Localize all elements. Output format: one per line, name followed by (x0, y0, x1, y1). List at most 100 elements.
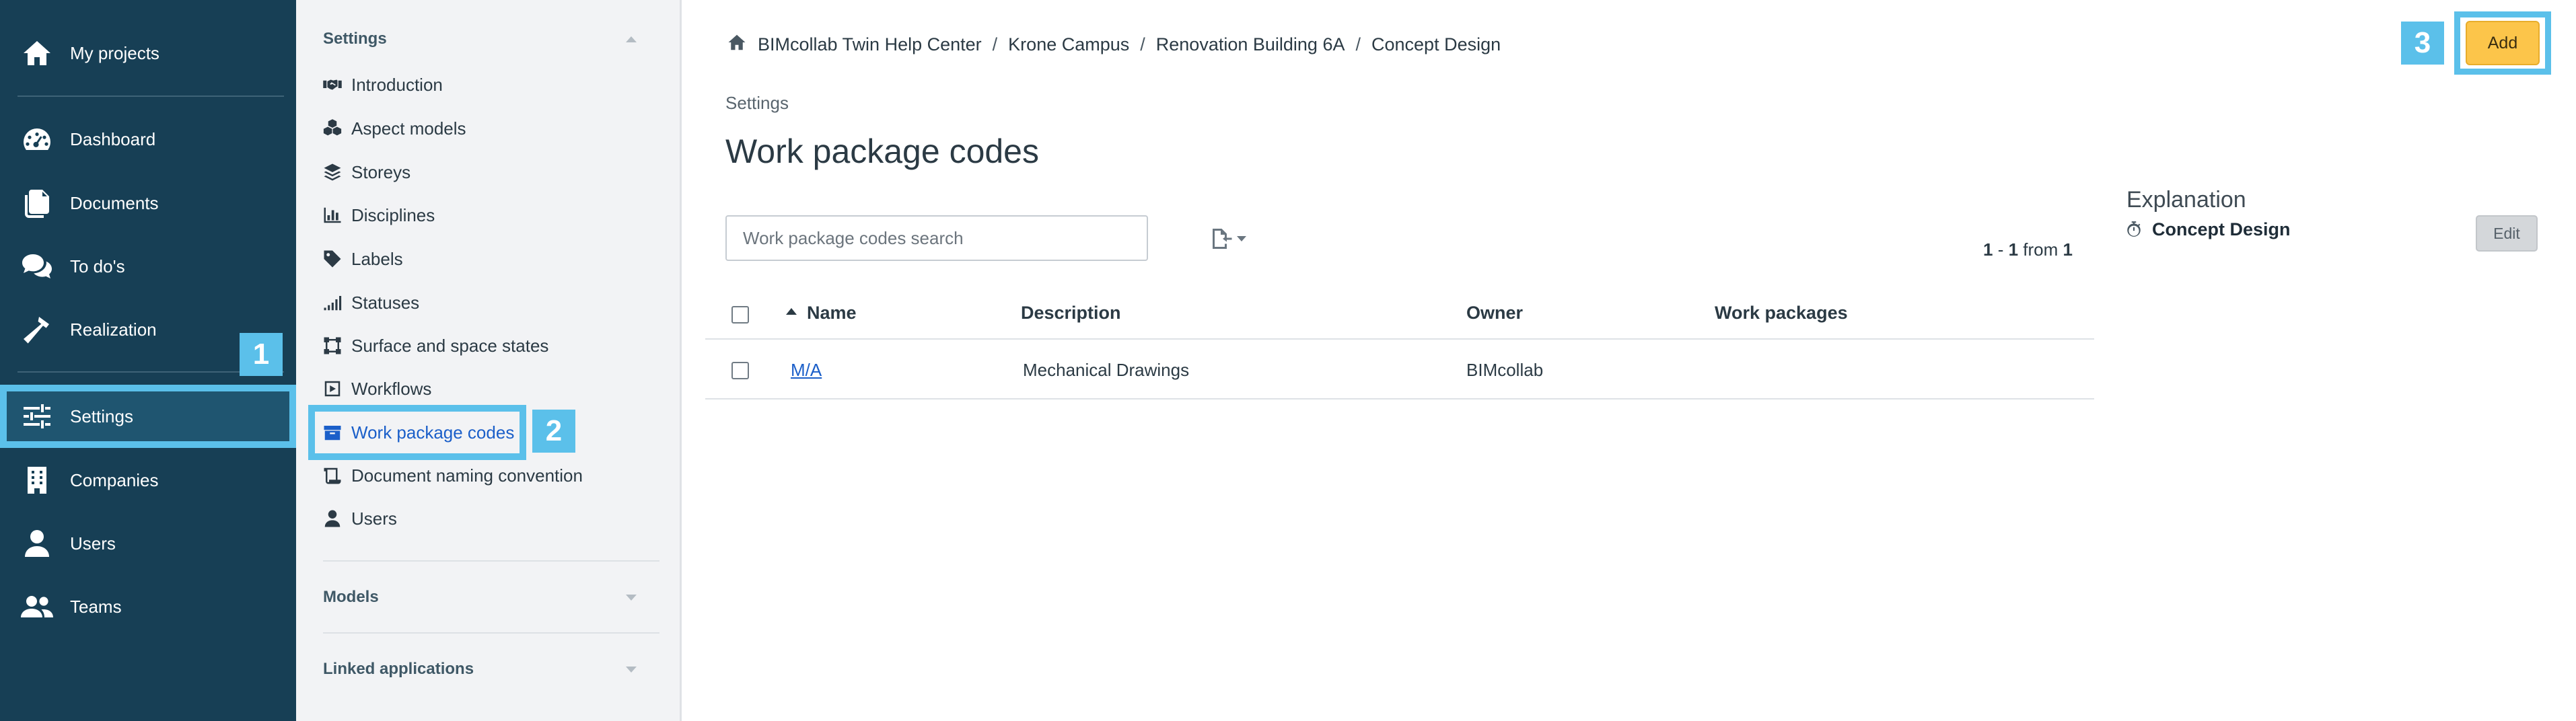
select-all-checkbox[interactable] (731, 306, 749, 324)
subnav-item-disciplines[interactable]: Disciplines (320, 196, 435, 234)
breadcrumb-separator: / (1140, 34, 1145, 54)
subnav-item-labels[interactable]: Labels (320, 240, 403, 278)
total-count: 1 (2063, 239, 2073, 260)
range-end: 1 (2008, 239, 2019, 260)
nav-item-documents[interactable]: Documents (0, 172, 296, 235)
nav-label: Documents (70, 192, 159, 213)
caret-down-icon (1237, 236, 1246, 241)
nav-label: Companies (70, 469, 159, 490)
breadcrumb-item[interactable]: Concept Design (1371, 34, 1501, 55)
callout-badge-3: 3 (2401, 22, 2444, 65)
breadcrumb-item[interactable]: BIMcollab Twin Help Center (758, 34, 982, 55)
from-word: from (2018, 239, 2063, 260)
box-icon (320, 420, 345, 445)
subnav-label: Work package codes (351, 422, 515, 443)
search-input[interactable] (725, 215, 1148, 261)
callout-badge-2: 2 (532, 410, 575, 453)
page-section-label: Settings (725, 93, 789, 113)
range-start: 1 (1983, 239, 1993, 260)
breadcrumb-separator: / (1355, 34, 1361, 54)
subnav-label: Aspect models (351, 118, 466, 139)
row-name-link[interactable]: M/A (791, 360, 822, 381)
subnav-label: Surface and space states (351, 335, 549, 356)
layers-icon (320, 160, 345, 184)
nav-item-my-projects[interactable]: My projects (0, 22, 296, 85)
home-icon[interactable] (727, 32, 758, 57)
sort-ascending-icon[interactable] (786, 308, 797, 315)
subnav-item-users[interactable]: Users (320, 500, 397, 537)
settings-subnavigation: Settings Introduction Aspect models Stor… (296, 0, 682, 721)
subnav-item-storeys[interactable]: Storeys (320, 153, 410, 191)
row-owner: BIMcollab (1466, 360, 1544, 380)
page-title: Work package codes (725, 132, 1039, 170)
breadcrumb-item[interactable]: Renovation Building 6A (1156, 34, 1345, 55)
subnav-label: Disciplines (351, 204, 435, 225)
nav-label: Teams (70, 596, 122, 617)
scroll-icon (320, 463, 345, 488)
user-icon (320, 506, 345, 531)
play-square-icon (320, 377, 345, 401)
subnav-label: Users (351, 508, 397, 529)
nav-item-companies[interactable]: Companies (0, 449, 296, 512)
linked-applications-section-header[interactable]: Linked applications (323, 649, 659, 689)
nav-item-settings[interactable]: Settings (0, 385, 296, 448)
nav-item-todos[interactable]: To do's (0, 235, 296, 298)
nav-divider (17, 96, 284, 97)
nav-item-users[interactable]: Users (0, 512, 296, 575)
chevron-down-icon (626, 666, 637, 673)
explanation-title: Explanation (2126, 187, 2246, 213)
vector-square-icon (320, 334, 345, 358)
chevron-down-icon (626, 594, 637, 601)
subnav-item-surface-space-states[interactable]: Surface and space states (320, 327, 548, 365)
file-export-icon (1213, 229, 1232, 249)
breadcrumb-separator: / (992, 34, 998, 54)
column-header-owner[interactable]: Owner (1466, 303, 1523, 324)
chevron-up-icon (626, 36, 637, 42)
chat-icon (19, 248, 55, 284)
range-dash: - (1993, 239, 2009, 260)
dashboard-icon (19, 121, 55, 157)
add-button[interactable]: Add (2466, 21, 2540, 65)
row-description: Mechanical Drawings (1023, 360, 1190, 380)
table-row-divider (705, 398, 2094, 400)
stopwatch-icon (2125, 220, 2143, 239)
edit-button[interactable]: Edit (2476, 215, 2538, 252)
signal-icon (320, 291, 345, 315)
row-checkbox[interactable] (731, 362, 749, 379)
subnav-label: Statuses (351, 292, 420, 313)
documents-icon (19, 185, 55, 221)
settings-section-header[interactable]: Settings (323, 19, 659, 59)
section-title: Settings (323, 30, 387, 48)
subnav-label: Document naming convention (351, 465, 583, 486)
user-icon (19, 525, 55, 562)
sliders-icon (19, 398, 55, 434)
nav-label: My projects (70, 42, 159, 63)
home-icon (19, 35, 55, 71)
section-title: Models (323, 588, 379, 606)
subnav-item-statuses[interactable]: Statuses (320, 284, 419, 321)
subnav-item-workflows[interactable]: Workflows (320, 370, 431, 408)
section-divider (323, 560, 659, 562)
nav-label: Settings (70, 406, 133, 426)
column-header-work-packages[interactable]: Work packages (1715, 303, 1848, 324)
pagination-summary: 1 - 1 from 1 (1817, 239, 2073, 260)
subnav-label: Storeys (351, 161, 411, 182)
column-header-name[interactable]: Name (807, 303, 857, 324)
hammer-icon (19, 311, 55, 348)
add-button-highlight: Add (2454, 11, 2551, 75)
models-section-header[interactable]: Models (323, 577, 659, 617)
subnav-item-work-package-codes[interactable]: Work package codes (308, 405, 527, 460)
users-icon (19, 589, 55, 625)
nav-label: To do's (70, 256, 125, 276)
breadcrumb: BIMcollab Twin Help Center / Krone Campu… (727, 30, 1501, 59)
bar-chart-icon (320, 203, 345, 227)
export-dropdown[interactable] (1209, 225, 1250, 252)
subnav-item-introduction[interactable]: Introduction (320, 66, 443, 104)
nav-item-dashboard[interactable]: Dashboard (0, 108, 296, 171)
callout-badge-1: 1 (240, 333, 283, 376)
subnav-item-document-naming-convention[interactable]: Document naming convention (320, 457, 583, 494)
column-header-description[interactable]: Description (1021, 303, 1121, 324)
subnav-item-aspect-models[interactable]: Aspect models (320, 110, 466, 147)
breadcrumb-item[interactable]: Krone Campus (1008, 34, 1129, 55)
nav-item-teams[interactable]: Teams (0, 575, 296, 638)
